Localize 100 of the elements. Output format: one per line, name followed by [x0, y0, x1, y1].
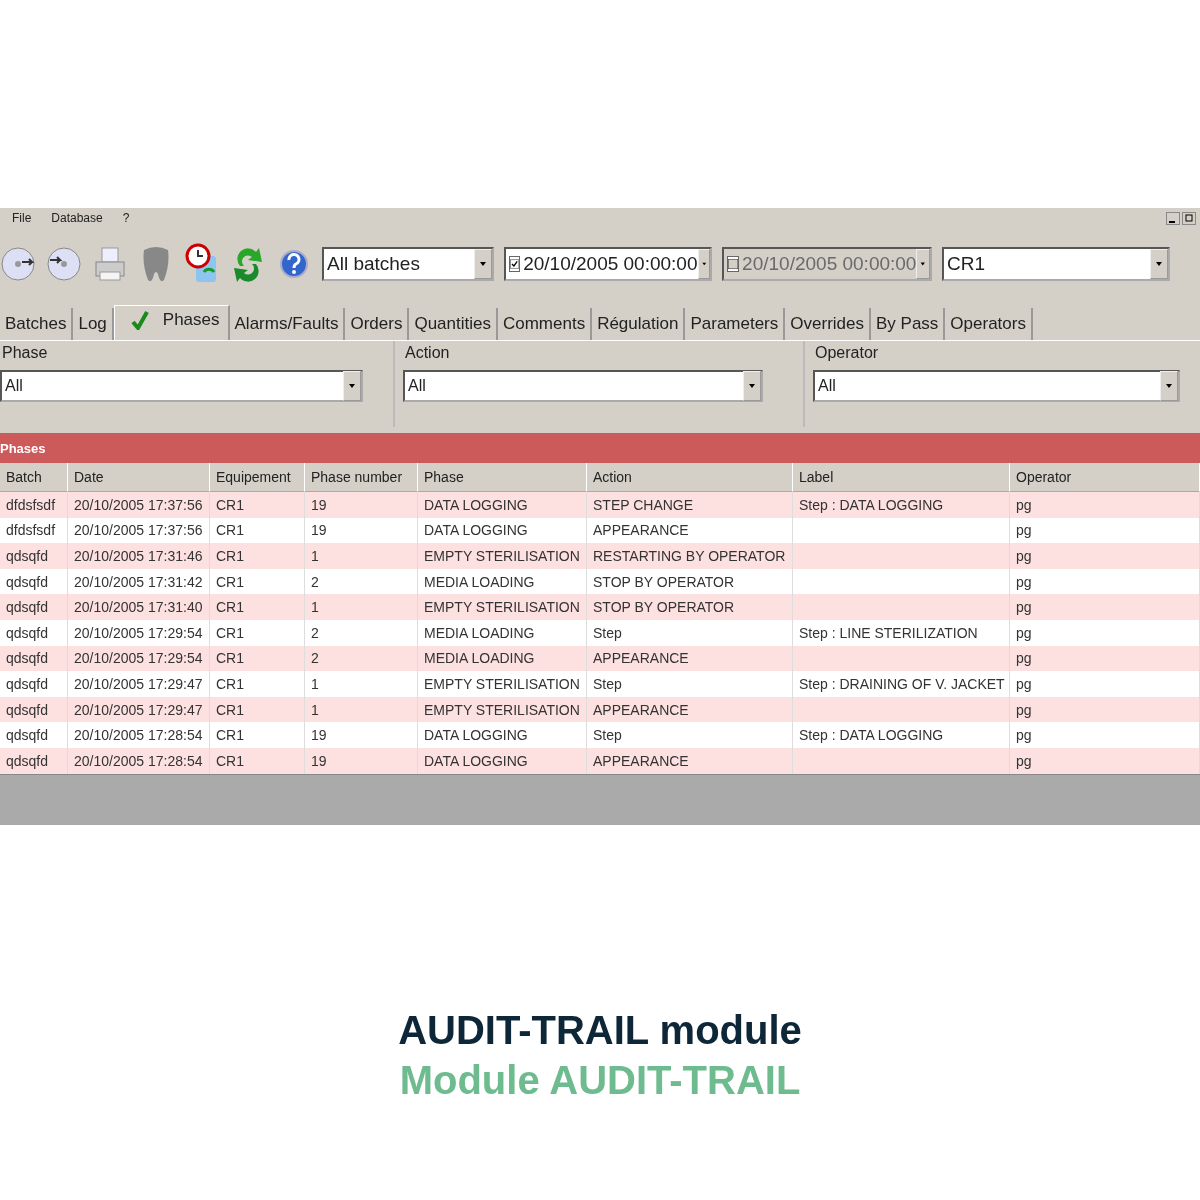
table-cell: qdsqfd	[0, 722, 68, 748]
column-header[interactable]: Operator	[1010, 463, 1200, 492]
restore-icon[interactable]	[1182, 211, 1196, 225]
table-cell: 1	[305, 671, 418, 697]
table-cell: CR1	[210, 517, 305, 544]
table-cell: pg	[1010, 747, 1200, 774]
table-cell: Step : DATA LOGGING	[793, 492, 1010, 518]
table-cell: pg	[1010, 543, 1200, 569]
tab[interactable]: Alarms/Faults	[229, 308, 346, 340]
caption-subtitle: Module AUDIT-TRAIL	[399, 1057, 801, 1104]
table-cell: CR1	[210, 645, 305, 672]
tab[interactable]: Operators	[945, 308, 1033, 340]
table-cell: 19	[305, 492, 418, 518]
table-cell: STOP BY OPERATOR	[587, 568, 793, 595]
menu-item[interactable]: ?	[122, 211, 130, 225]
table-cell: CR1	[210, 619, 305, 646]
table-cell: pg	[1010, 594, 1200, 620]
table-cell: CR1	[210, 594, 305, 620]
checkmark-icon[interactable]	[130, 310, 149, 330]
table-cell: Step : LINE STERILIZATION	[793, 619, 1010, 646]
filter-dropdown[interactable]: All	[813, 370, 1180, 402]
table-cell: pg	[1010, 492, 1200, 518]
table-cell: qdsqfd	[0, 619, 68, 646]
table-cell: qdsqfd	[0, 594, 68, 620]
tab[interactable]: Comments	[497, 308, 593, 340]
table-cell: DATA LOGGING	[418, 722, 587, 748]
table-cell: 20/10/2005 17:31:46	[68, 543, 210, 569]
table-cell: CR1	[210, 568, 305, 595]
filter-dropdown[interactable]: All	[0, 370, 363, 402]
table-cell: 19	[305, 517, 418, 544]
table-cell: pg	[1010, 568, 1200, 595]
filter-label: Phase	[1, 344, 49, 362]
table-cell: dfdsfsdf	[0, 492, 68, 518]
table-cell: 20/10/2005 17:28:54	[68, 722, 210, 748]
table-cell: Step	[587, 722, 793, 748]
table-cell: CR1	[210, 543, 305, 569]
table-cell: 20/10/2005 17:37:56	[68, 517, 210, 544]
table-cell: 20/10/2005 17:29:54	[68, 619, 210, 646]
table-cell: STEP CHANGE	[587, 492, 793, 518]
date-picker[interactable]: 20/10/2005 00:00:00	[504, 247, 712, 281]
table-cell: qdsqfd	[0, 543, 68, 569]
equipment-dropdown[interactable]: CR1	[942, 247, 1170, 281]
table-cell: Step	[587, 671, 793, 697]
column-header[interactable]: Label	[793, 463, 1010, 492]
column-header[interactable]: Phase number	[305, 463, 418, 492]
table-cell: 20/10/2005 17:29:54	[68, 645, 210, 672]
table-cell: EMPTY STERILISATION	[418, 696, 587, 723]
menu-item[interactable]: Database	[51, 211, 103, 225]
table-cell: 1	[305, 696, 418, 723]
table-cell: MEDIA LOADING	[418, 645, 587, 672]
tab[interactable]: Parameters	[685, 308, 786, 340]
table-cell: qdsqfd	[0, 747, 68, 774]
table-cell: 20/10/2005 17:29:47	[68, 671, 210, 697]
tab[interactable]: By Pass	[871, 308, 946, 340]
column-header[interactable]: Action	[587, 463, 793, 492]
table-cell: pg	[1010, 671, 1200, 697]
table-cell: 2	[305, 645, 418, 672]
batch-dropdown[interactable]: All batches	[322, 247, 494, 281]
table-cell: 19	[305, 747, 418, 774]
tab[interactable]: Quantities	[409, 308, 498, 340]
table-cell: dfdsfsdf	[0, 517, 68, 544]
table-cell: APPEARANCE	[587, 645, 793, 672]
minimize-icon[interactable]	[1166, 211, 1180, 225]
table-cell: RESTARTING BY OPERATOR	[587, 543, 793, 569]
table-cell: pg	[1010, 619, 1200, 646]
table-title: Phases	[0, 440, 46, 456]
tab[interactable]: Batches	[0, 308, 74, 340]
table-cell: 1	[305, 543, 418, 569]
tab[interactable]: Log	[73, 308, 114, 340]
table-cell: 20/10/2005 17:28:54	[68, 747, 210, 774]
table-cell: APPEARANCE	[587, 696, 793, 723]
column-header[interactable]: Date	[68, 463, 210, 492]
table-cell: MEDIA LOADING	[418, 619, 587, 646]
checkbox-icon[interactable]	[509, 256, 521, 272]
table-cell: CR1	[210, 722, 305, 748]
menu-item[interactable]: File	[12, 211, 32, 225]
column-header[interactable]: Equipement	[210, 463, 305, 492]
table-cell: pg	[1010, 645, 1200, 672]
table-cell: qdsqfd	[0, 696, 68, 723]
tab[interactable]: Phases	[113, 305, 230, 340]
filter-dropdown[interactable]: All	[403, 370, 763, 402]
table-cell: EMPTY STERILISATION	[418, 543, 587, 569]
table-cell: CR1	[210, 696, 305, 723]
table-cell: qdsqfd	[0, 645, 68, 672]
column-header[interactable]: Batch	[0, 463, 68, 492]
table-cell: 19	[305, 722, 418, 748]
table-cell: CR1	[210, 747, 305, 774]
filter-label: Action	[404, 344, 451, 362]
tab[interactable]: Régulation	[592, 308, 686, 340]
tab[interactable]: Orders	[345, 308, 410, 340]
filter-label: Operator	[814, 344, 880, 362]
table-cell: pg	[1010, 696, 1200, 723]
table-cell: qdsqfd	[0, 568, 68, 595]
table-cell: Step : DRAINING OF V. JACKET	[793, 671, 1010, 697]
table-cell: 20/10/2005 17:31:40	[68, 594, 210, 620]
tab[interactable]: Overrides	[785, 308, 871, 340]
table-cell: CR1	[210, 492, 305, 518]
caption-title: AUDIT-TRAIL module	[398, 1007, 802, 1054]
table-cell: DATA LOGGING	[418, 492, 587, 518]
column-header[interactable]: Phase	[418, 463, 587, 492]
